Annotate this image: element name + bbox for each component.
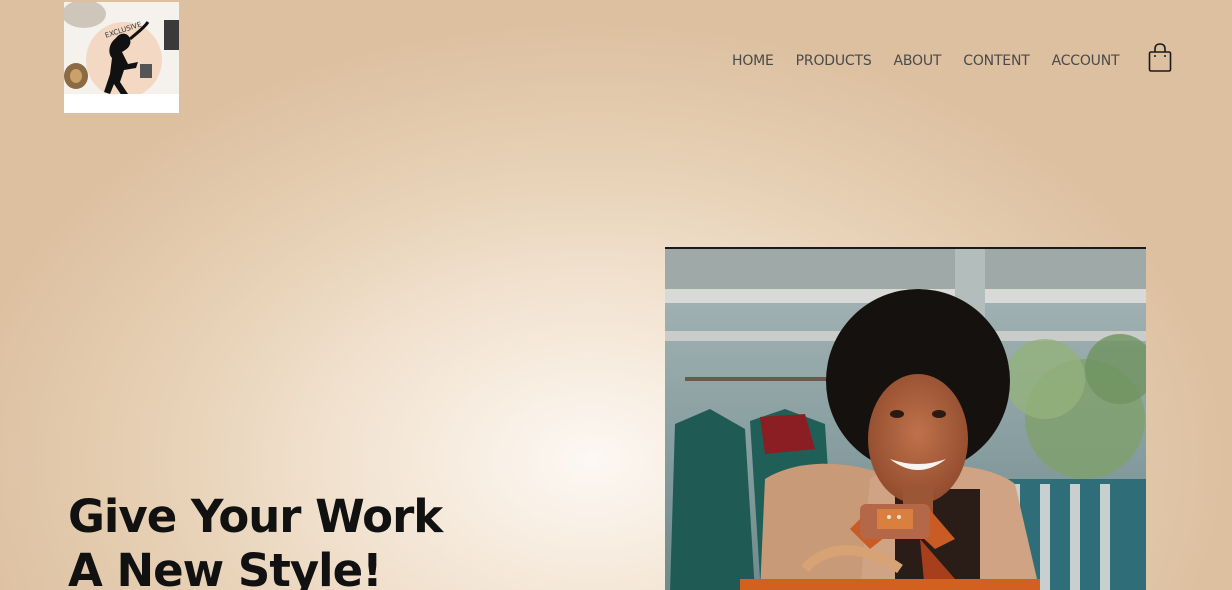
nav-account[interactable]: ACCOUNT bbox=[1052, 53, 1120, 69]
woman-holding-bag-photo bbox=[665, 249, 1146, 590]
nav-content[interactable]: CONTENT bbox=[963, 53, 1029, 69]
site-logo[interactable]: EXCLUSIVE bbox=[64, 2, 179, 113]
cart-button[interactable] bbox=[1148, 43, 1172, 73]
shopping-bag-icon bbox=[1148, 43, 1172, 72]
main-nav: HOME PRODUCTS ABOUT CONTENT ACCOUNT bbox=[732, 50, 1141, 72]
nav-about[interactable]: ABOUT bbox=[894, 53, 942, 69]
hero-title: Give Your Work A New Style! bbox=[68, 490, 443, 590]
nav-products[interactable]: PRODUCTS bbox=[796, 53, 872, 69]
hero-title-line-2: A New Style! bbox=[68, 544, 383, 590]
exclusive-logo-icon: EXCLUSIVE bbox=[64, 2, 179, 113]
nav-home[interactable]: HOME bbox=[732, 53, 774, 69]
hero-title-line-1: Give Your Work bbox=[68, 490, 443, 543]
hero-image bbox=[665, 247, 1146, 590]
